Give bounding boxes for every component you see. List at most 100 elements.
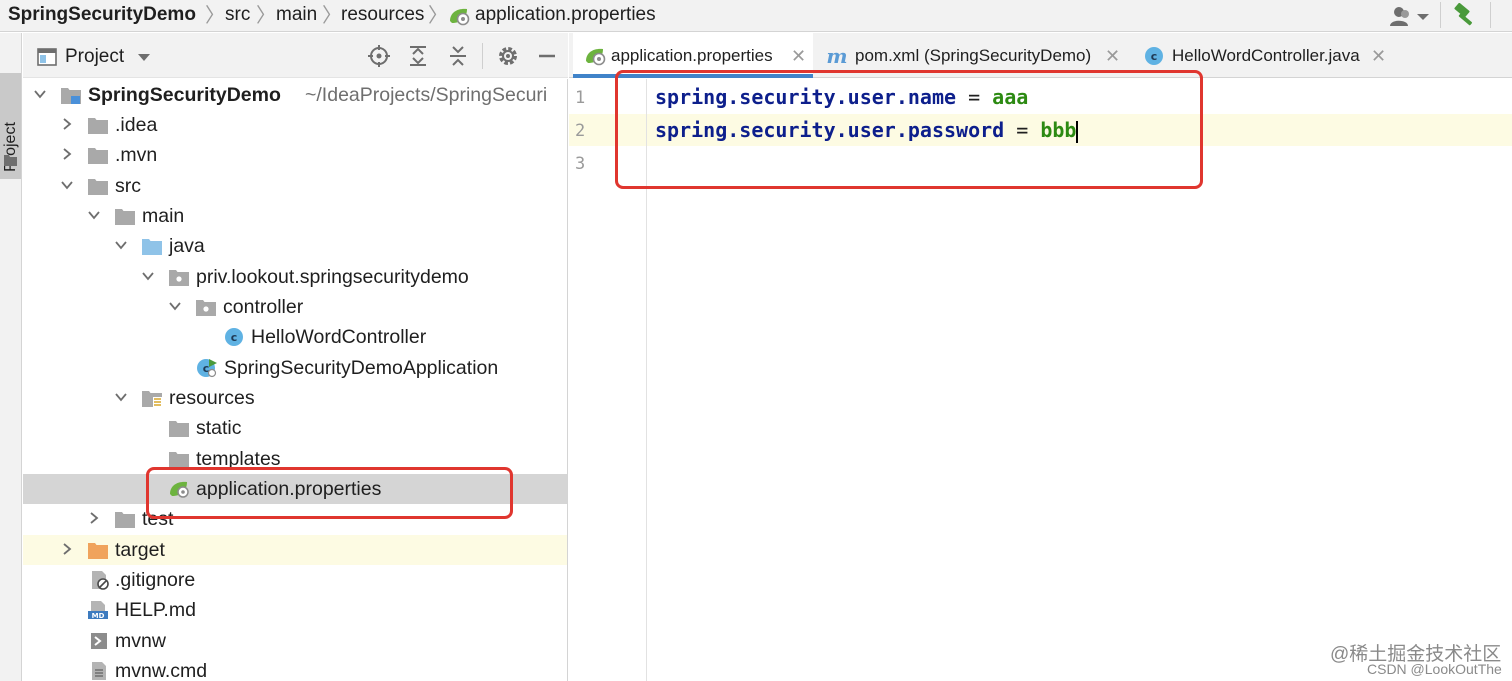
tree-label: SpringSecurityDemo [88, 84, 281, 106]
chevron-down-icon[interactable] [32, 86, 48, 102]
chevron-down-icon[interactable] [113, 389, 129, 405]
tree-row[interactable]: src [23, 171, 567, 201]
chevron-down-icon[interactable] [140, 268, 156, 284]
locate-icon[interactable] [366, 43, 392, 69]
svg-text:c: c [1151, 50, 1158, 63]
tree-label: mvnw [115, 630, 166, 652]
chevron-right-icon[interactable] [59, 146, 75, 162]
navigation-bar: SpringSecurityDemo 〉 src 〉 main 〉 resour… [0, 0, 1512, 32]
toolbar-separator [482, 43, 483, 69]
watermark-csdn: CSDN @LookOutThe [1367, 661, 1502, 677]
tree-row[interactable]: controller [23, 292, 567, 322]
tree-row[interactable]: resources [23, 383, 567, 413]
chevron-right-icon[interactable] [86, 510, 102, 526]
folder-icon [115, 512, 135, 528]
tree-row[interactable]: mvnw.cmd [23, 656, 567, 681]
module-folder-icon [61, 88, 81, 104]
tree-row[interactable]: static [23, 413, 567, 443]
tree-row[interactable]: c HelloWordController [23, 322, 567, 352]
chevron-down-icon[interactable] [113, 237, 129, 253]
chevron-right-icon[interactable] [59, 116, 75, 132]
breadcrumb-src[interactable]: src [225, 4, 250, 26]
tree-label: .idea [115, 114, 158, 136]
user-menu-icon[interactable] [1388, 5, 1430, 27]
tree-row[interactable]: mvnw [23, 626, 567, 656]
line-number: 3 [575, 154, 586, 174]
breadcrumb-project[interactable]: SpringSecurityDemo [8, 4, 196, 26]
hide-icon[interactable] [534, 43, 560, 69]
close-icon[interactable]: ✕ [1105, 45, 1120, 67]
class-icon: c [1145, 47, 1163, 65]
folder-icon [169, 452, 189, 468]
tree-label: java [169, 235, 205, 257]
annotation-box-file [146, 467, 513, 519]
project-tree: SpringSecurityDemo ~/IdeaProjects/Spring… [23, 79, 568, 681]
tree-row[interactable]: java [23, 231, 567, 261]
close-icon[interactable]: ✕ [1371, 45, 1386, 67]
project-panel-header: Project [23, 33, 568, 78]
spring-leaf-icon [586, 48, 606, 66]
tree-label: HELP.md [115, 599, 196, 621]
gear-icon[interactable] [495, 43, 521, 69]
tree-row[interactable]: .idea [23, 110, 567, 140]
chevron-right-icon: 〉 [256, 3, 276, 27]
tree-row[interactable]: .gitignore [23, 565, 567, 595]
tree-row[interactable]: priv.lookout.springsecuritydemo [23, 262, 567, 292]
annotation-box-editor [615, 70, 1203, 189]
breadcrumb-resources[interactable]: resources [341, 4, 424, 26]
mvnw-cmd-icon [92, 662, 106, 680]
tree-row[interactable]: target [23, 535, 567, 565]
tree-row-root[interactable]: SpringSecurityDemo ~/IdeaProjects/Spring… [23, 80, 567, 110]
line-number: 1 [575, 88, 586, 108]
tree-label: controller [223, 296, 304, 318]
toolbar-separator [1490, 2, 1491, 28]
svg-text:c: c [231, 331, 238, 344]
chevron-right-icon[interactable] [59, 541, 75, 557]
chevron-down-icon[interactable] [167, 298, 183, 314]
expand-all-icon[interactable] [405, 43, 431, 69]
folder-icon [115, 209, 135, 225]
chevron-right-icon: 〉 [428, 3, 448, 27]
tree-label: static [196, 417, 242, 439]
tree-row[interactable]: .mvn [23, 140, 567, 170]
tree-label: resources [169, 387, 255, 409]
spring-leaf-icon [450, 8, 470, 26]
svg-text:MD: MD [92, 612, 105, 620]
collapse-all-icon[interactable] [445, 43, 471, 69]
breadcrumb-file[interactable]: application.properties [475, 4, 656, 26]
project-tool-window-tab[interactable]: Project [0, 73, 21, 179]
chevron-down-icon[interactable] [86, 207, 102, 223]
chevron-right-icon: 〉 [205, 3, 225, 27]
tree-label: SpringSecurityDemoApplication [224, 357, 499, 379]
chevron-down-icon[interactable] [59, 177, 75, 193]
tree-label: main [142, 205, 185, 227]
project-view-title[interactable]: Project [65, 46, 124, 68]
folder-icon [88, 118, 108, 134]
project-tab-label: Project [2, 122, 19, 172]
folder-icon [169, 421, 189, 437]
tree-label: mvnw.cmd [115, 660, 208, 681]
tree-label: src [115, 175, 141, 197]
gitignore-icon [92, 571, 109, 590]
project-view-icon [37, 48, 57, 66]
tree-row[interactable]: MD HELP.md [23, 595, 567, 625]
close-icon[interactable]: ✕ [791, 45, 806, 67]
tree-label: HelloWordController [251, 326, 427, 348]
folder-icon [4, 155, 17, 166]
package-icon [169, 270, 189, 286]
markdown-icon: MD [88, 601, 108, 620]
tree-row[interactable]: c SpringSecurityDemoApplication [23, 353, 567, 383]
tree-row[interactable]: main [23, 201, 567, 231]
chevron-down-icon[interactable] [137, 53, 151, 63]
maven-icon: m [826, 46, 847, 66]
tab-label: pom.xml (SpringSecurityDemo) [855, 46, 1092, 65]
folder-icon [88, 148, 108, 164]
hammer-icon[interactable] [1452, 3, 1478, 29]
tool-window-strip: Project [0, 33, 22, 681]
breadcrumb-main[interactable]: main [276, 4, 317, 26]
resources-folder-icon [142, 391, 162, 407]
project-path: ~/IdeaProjects/SpringSecuri [305, 84, 548, 106]
package-icon [196, 300, 216, 316]
toolbar-separator [1440, 2, 1441, 28]
folder-icon [88, 179, 108, 195]
